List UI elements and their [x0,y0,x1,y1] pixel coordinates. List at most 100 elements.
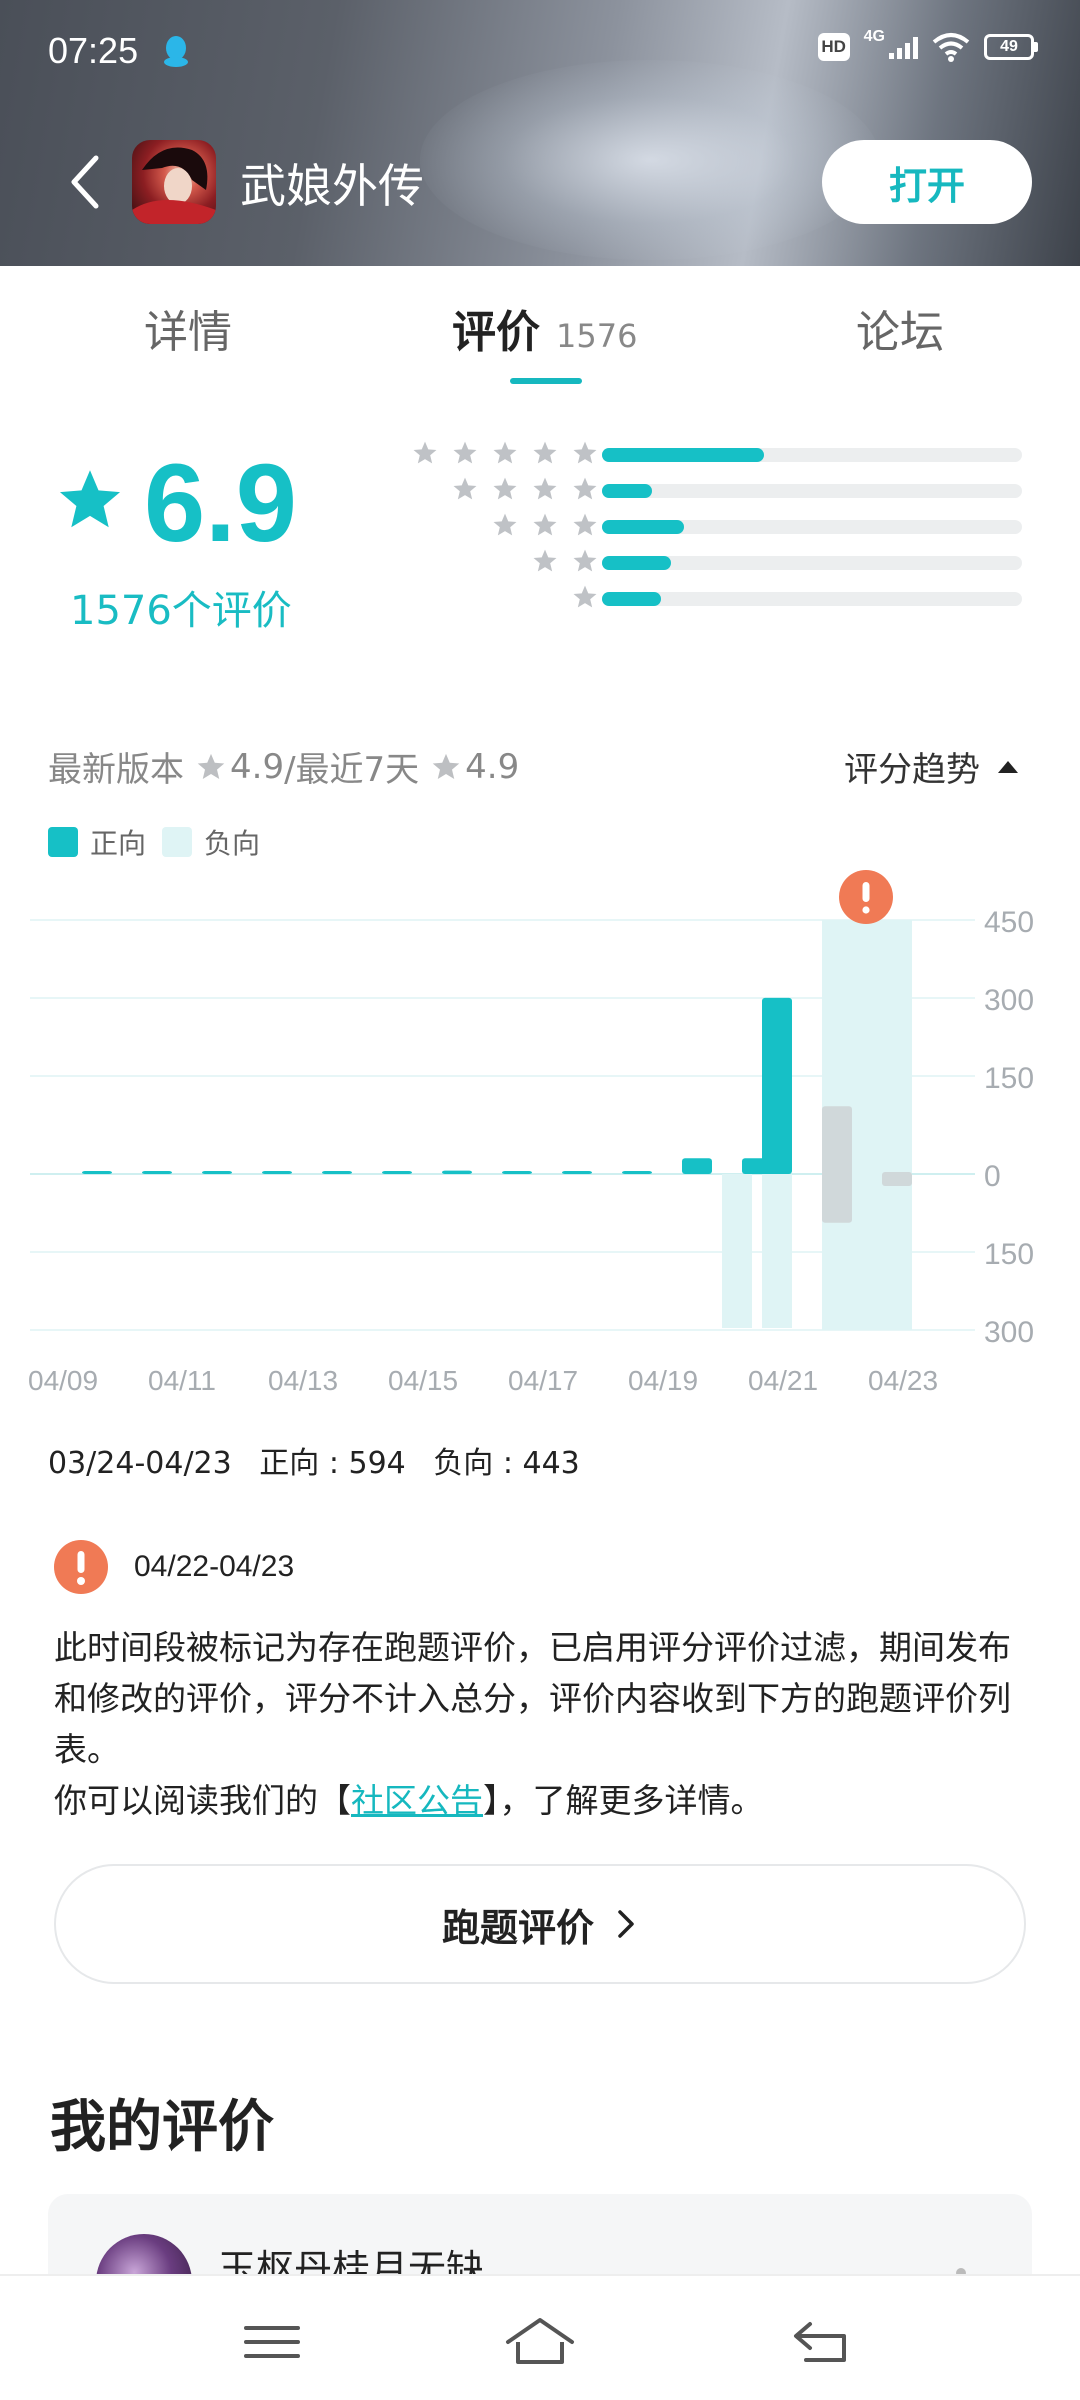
header-background [420,60,880,260]
system-navigation-bar [0,2274,1080,2400]
positive-bar [682,1158,712,1174]
y-tick-label: 150 [984,1238,1034,1271]
star-icon [533,513,557,536]
tab-reviews-count: 1576 [556,317,638,355]
community-announcement-link[interactable]: 社区公告 [351,1781,483,1820]
star-row [492,512,598,538]
star-icon [453,477,477,500]
qq-notification-icon [164,36,188,67]
back-nav-icon[interactable] [782,2312,862,2372]
open-button[interactable]: 打开 [822,140,1032,224]
positive-bar [262,1171,292,1174]
star-icon [573,585,597,608]
negative-bar [762,1174,792,1328]
distribution-bar-fill [602,592,661,606]
rating-trend-toggle[interactable]: 评分趋势 [844,742,1018,791]
notice-range: 04/22-04/23 [134,1550,295,1583]
star-row [452,476,598,502]
status-icons: HD 4G 49 [817,28,1038,62]
app-header: 07:25 HD 4G 49 武娘外传 打开 [0,0,1080,266]
legend-positive: 正向 [48,822,146,862]
star-icon [453,441,477,464]
status-time: 07:25 [48,30,139,71]
positive-bar [202,1171,232,1174]
x-tick-label: 04/23 [868,1365,938,1396]
latest-version-label: 最新版本 [48,750,184,790]
home-icon[interactable] [500,2312,580,2372]
star-icon [573,477,597,500]
star-icon [413,441,437,464]
star-icon [493,441,517,464]
warning-marker-dot [862,906,870,914]
wifi-icon [932,33,970,62]
distribution-bar-track [602,484,1022,498]
positive-bar [142,1171,172,1174]
y-tick-label: 0 [984,1160,1001,1193]
distribution-row-1-star [380,584,1030,614]
notice-link-prefix: 你可以阅读我们的【 [54,1781,351,1820]
tab-reviews[interactable]: 评价 1576 [452,296,637,360]
star-icon [573,513,597,536]
star-icon [493,513,517,536]
offtopic-reviews-button[interactable]: 跑题评价 [54,1864,1026,1984]
negative-bar [722,1174,752,1328]
chevron-right-icon [618,1910,634,1938]
tab-forum[interactable]: 论坛 [856,296,944,360]
rating-trend-chart: 450 300 150 0 150 300 04/09 04/11 04/13 04/15 04/1… [28,870,1034,1396]
my-review-title: 我的评价 [50,2095,274,2160]
x-tick-label: 04/15 [388,1365,458,1396]
star-row [532,548,598,574]
legend-swatch-negative [162,827,193,857]
tab-details[interactable]: 详情 [144,296,232,360]
positive-bar [82,1171,112,1174]
y-tick-label: 450 [984,906,1034,939]
distribution-bar-fill [602,520,684,534]
positive-bar [382,1171,412,1174]
app-icon[interactable] [132,140,216,224]
distribution-bar-track [602,448,1022,462]
distribution-row-5-star [380,440,1030,470]
positive-bar [442,1170,472,1174]
distribution-row-2-star [380,548,1030,578]
x-tick-label: 04/13 [268,1365,338,1396]
collapse-arrow-icon [998,760,1018,773]
star-icon [432,753,460,779]
star-icon [533,477,557,500]
warning-icon [54,1540,108,1594]
review-count: 1576个评价 [70,588,292,634]
summary-negative: 负向 : 443 [433,1446,580,1481]
network-type: 4G [863,28,885,45]
star-icon [493,477,517,500]
star-icon [533,441,557,464]
offtopic-reviews-label: 跑题评价 [441,1905,594,1950]
positive-bar [622,1171,652,1174]
hd-icon: HD [817,33,850,61]
version-score-line: 最新版本 4.9 /最近7天 4.9 [48,742,519,791]
positive-bar [562,1171,592,1174]
x-tick-label: 04/11 [148,1365,216,1396]
distribution-bar-fill [602,556,672,570]
tab-details-label: 详情 [144,307,232,358]
signal-icon [889,35,918,59]
summary-range: 03/24-04/23 [48,1446,232,1481]
legend-swatch-positive [48,827,78,857]
positive-bar [502,1171,532,1174]
summary-line: 03/24-04/23 正向 : 594 负向 : 443 [48,1438,598,1482]
distribution-bar-track [602,556,1022,570]
filtered-bar [822,1106,852,1223]
star-icon [533,549,557,572]
star-row [412,440,598,466]
distribution-bar-fill [602,484,653,498]
summary-positive: 正向 : 594 [259,1446,406,1481]
distribution-bar-fill [602,448,764,462]
filtered-bar [882,1172,912,1186]
star-icon [197,753,225,779]
distribution-bar-track [602,520,1022,534]
recent-7-days-score: 4.9 [465,746,520,787]
warning-marker-bar [862,882,870,902]
battery-icon: 49 [984,34,1038,60]
back-icon[interactable] [66,152,106,212]
legend-negative: 负向 [162,822,260,862]
menu-icon[interactable] [232,2312,312,2372]
chart-legend: 正向 负向 [48,822,276,862]
